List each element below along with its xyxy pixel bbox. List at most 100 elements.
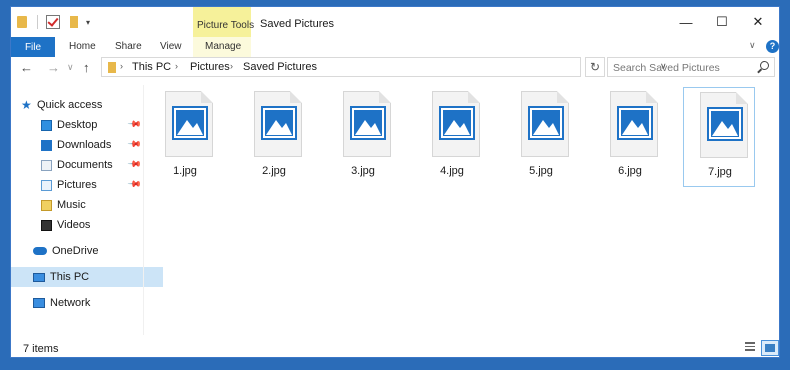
- page-fold: [201, 91, 213, 103]
- tab-manage[interactable]: Manage: [205, 41, 241, 52]
- address-bar[interactable]: › This PC › Pictures › Saved Pictures ∨: [101, 57, 667, 77]
- expand-ribbon-chevron-icon[interactable]: ∨: [749, 40, 756, 51]
- forward-arrow-icon[interactable]: →: [47, 60, 60, 75]
- computer-icon: [33, 272, 45, 282]
- sidebar-item-desktop[interactable]: Desktop 📌: [11, 115, 171, 135]
- help-icon[interactable]: ?: [766, 40, 779, 53]
- breadcrumb-pictures[interactable]: Pictures: [190, 61, 230, 73]
- file-name: 6.jpg: [618, 165, 642, 177]
- navigation-pane: ★ Quick access Desktop 📌 Downloads 📌 Doc…: [11, 85, 163, 335]
- sidebar-item-videos[interactable]: Videos: [11, 215, 171, 235]
- pictures-icon: [41, 179, 52, 191]
- image-file-icon: [343, 91, 391, 157]
- image-file-icon: [610, 91, 658, 157]
- picture-icon: [707, 107, 743, 141]
- sidebar-item-this-pc[interactable]: This PC: [11, 267, 163, 287]
- close-button[interactable]: ✕: [741, 11, 775, 33]
- sidebar-item-network[interactable]: Network: [11, 293, 163, 313]
- file-item[interactable]: 1.jpg: [149, 87, 221, 187]
- breadcrumb-separator[interactable]: ›: [175, 61, 178, 71]
- sidebar-item-label: Downloads: [57, 139, 112, 151]
- file-item[interactable]: 5.jpg: [505, 87, 577, 187]
- page-fold: [468, 91, 480, 103]
- sidebar-item-onedrive[interactable]: OneDrive: [11, 241, 163, 261]
- back-arrow-icon[interactable]: ←: [20, 60, 33, 75]
- navigation-bar: ← → ∨ ↑ › This PC › Pictures › Saved Pic…: [11, 57, 779, 79]
- videos-icon: [41, 219, 52, 231]
- sidebar-item-label: Videos: [57, 219, 91, 231]
- page-fold: [736, 92, 748, 104]
- ribbon-tabs: File Home Share View Manage ∨ ?: [11, 37, 779, 58]
- file-item[interactable]: 3.jpg: [327, 87, 399, 187]
- properties-icon[interactable]: [46, 15, 60, 29]
- page-fold: [557, 91, 569, 103]
- sidebar-item-downloads[interactable]: Downloads 📌: [11, 135, 171, 155]
- sidebar-item-label: This PC: [50, 271, 90, 283]
- item-count: 7 items: [23, 343, 59, 355]
- sidebar-item-label: Network: [50, 297, 91, 309]
- quick-access-toolbar: ▾: [17, 15, 90, 29]
- details-view-button[interactable]: [741, 340, 759, 356]
- pin-icon[interactable]: 📌: [127, 117, 142, 133]
- downloads-icon: [41, 139, 52, 151]
- search-icon[interactable]: [760, 61, 769, 70]
- network-icon: [33, 298, 45, 308]
- address-folder-icon: [108, 62, 116, 73]
- picture-icon: [350, 106, 386, 140]
- sidebar-item-quick-access[interactable]: ★ Quick access: [11, 95, 151, 115]
- picture-icon: [439, 106, 475, 140]
- sidebar-item-pictures[interactable]: Pictures 📌: [11, 175, 171, 195]
- pin-icon[interactable]: 📌: [127, 157, 142, 173]
- window-title: Saved Pictures: [260, 18, 334, 30]
- recent-locations-chevron-icon[interactable]: ∨: [67, 62, 74, 73]
- image-file-icon: [165, 91, 213, 157]
- onedrive-cloud-icon: [33, 247, 47, 255]
- image-file-icon: [700, 92, 748, 158]
- file-name: 2.jpg: [262, 165, 286, 177]
- file-item[interactable]: 4.jpg: [416, 87, 488, 187]
- file-item[interactable]: 6.jpg: [594, 87, 666, 187]
- new-folder-icon[interactable]: [70, 16, 78, 28]
- breadcrumb-separator[interactable]: ›: [230, 61, 233, 71]
- sidebar-item-documents[interactable]: Documents 📌: [11, 155, 171, 175]
- folder-icon[interactable]: [17, 16, 27, 28]
- file-name: 5.jpg: [529, 165, 553, 177]
- customize-toolbar-chevron-down-icon[interactable]: ▾: [86, 18, 90, 27]
- breadcrumb-separator[interactable]: ›: [120, 61, 123, 71]
- file-name: 3.jpg: [351, 165, 375, 177]
- tab-file[interactable]: File: [11, 37, 55, 57]
- sidebar-item-label: OneDrive: [52, 245, 99, 257]
- file-name: 7.jpg: [708, 166, 732, 178]
- picture-icon: [172, 106, 208, 140]
- file-item[interactable]: 2.jpg: [238, 87, 310, 187]
- file-item[interactable]: 7.jpg: [683, 87, 755, 187]
- sidebar-item-music[interactable]: Music: [11, 195, 171, 215]
- up-arrow-icon[interactable]: ↑: [83, 60, 90, 75]
- search-input[interactable]: Search Saved Pictures: [613, 62, 720, 74]
- breadcrumb-this-pc[interactable]: This PC: [132, 61, 171, 73]
- image-file-icon: [254, 91, 302, 157]
- tab-home[interactable]: Home: [69, 41, 96, 52]
- pin-icon[interactable]: 📌: [127, 177, 142, 193]
- documents-icon: [41, 159, 52, 171]
- file-list: 1.jpg 2.jpg 3.jpg 4.jpg 5.jpg 6.jpg 7.jpg: [149, 87, 779, 197]
- tab-share[interactable]: Share: [115, 41, 142, 52]
- music-icon: [41, 199, 52, 211]
- star-icon: ★: [21, 98, 32, 112]
- picture-icon: [617, 106, 653, 140]
- image-file-icon: [432, 91, 480, 157]
- search-box[interactable]: Search Saved Pictures: [607, 57, 775, 77]
- minimize-button[interactable]: —: [669, 11, 703, 33]
- desktop-icon: [41, 119, 52, 131]
- file-name: 1.jpg: [173, 165, 197, 177]
- sidebar-item-label: Pictures: [57, 179, 97, 191]
- maximize-button[interactable]: ☐: [705, 11, 739, 33]
- pane-divider[interactable]: [143, 85, 144, 335]
- tab-view[interactable]: View: [160, 41, 182, 52]
- breadcrumb-saved-pictures[interactable]: Saved Pictures: [243, 61, 317, 73]
- page-fold: [646, 91, 658, 103]
- image-file-icon: [521, 91, 569, 157]
- large-icons-view-button[interactable]: [761, 340, 779, 356]
- refresh-button[interactable]: ↻: [585, 57, 605, 77]
- pin-icon[interactable]: 📌: [127, 137, 142, 153]
